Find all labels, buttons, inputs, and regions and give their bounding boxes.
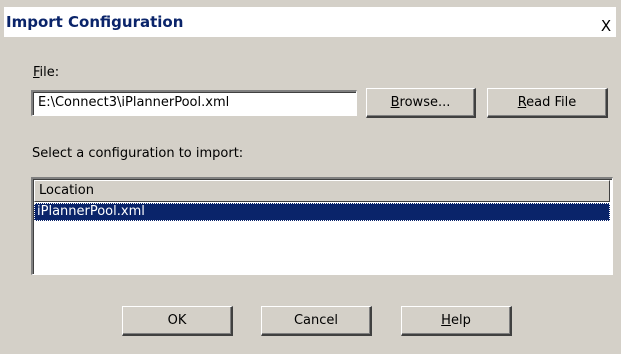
file-label-rest: ile: [39, 65, 60, 80]
configuration-list[interactable]: Location iPlannerPool.xml [31, 177, 613, 275]
cancel-button[interactable]: Cancel [261, 306, 372, 336]
select-configuration-label: Select a configuration to import: [32, 146, 244, 161]
browse-button[interactable]: Browse... [366, 88, 476, 118]
title-bar: Import Configuration X [4, 7, 616, 37]
dialog-title: Import Configuration [6, 13, 184, 31]
column-header-location[interactable]: Location [34, 180, 610, 202]
read-file-mnemonic: R [517, 95, 527, 110]
close-button[interactable]: X [596, 17, 616, 37]
read-file-button[interactable]: Read File [487, 88, 608, 118]
file-path-input[interactable]: E:\Connect3\iPlannerPool.xml [31, 90, 357, 116]
import-configuration-dialog: Import Configuration X File: E:\Connect3… [0, 0, 621, 354]
file-label: File: [33, 65, 59, 80]
read-file-label-rest: ead File [526, 95, 577, 110]
list-item[interactable]: iPlannerPool.xml [34, 203, 610, 221]
browse-mnemonic: B [390, 95, 400, 110]
help-button[interactable]: Help [401, 306, 512, 336]
browse-label-rest: rowse... [399, 95, 451, 110]
ok-button[interactable]: OK [122, 306, 233, 336]
close-icon: X [600, 17, 612, 35]
help-mnemonic: H [441, 313, 451, 328]
help-label-rest: elp [450, 313, 471, 328]
